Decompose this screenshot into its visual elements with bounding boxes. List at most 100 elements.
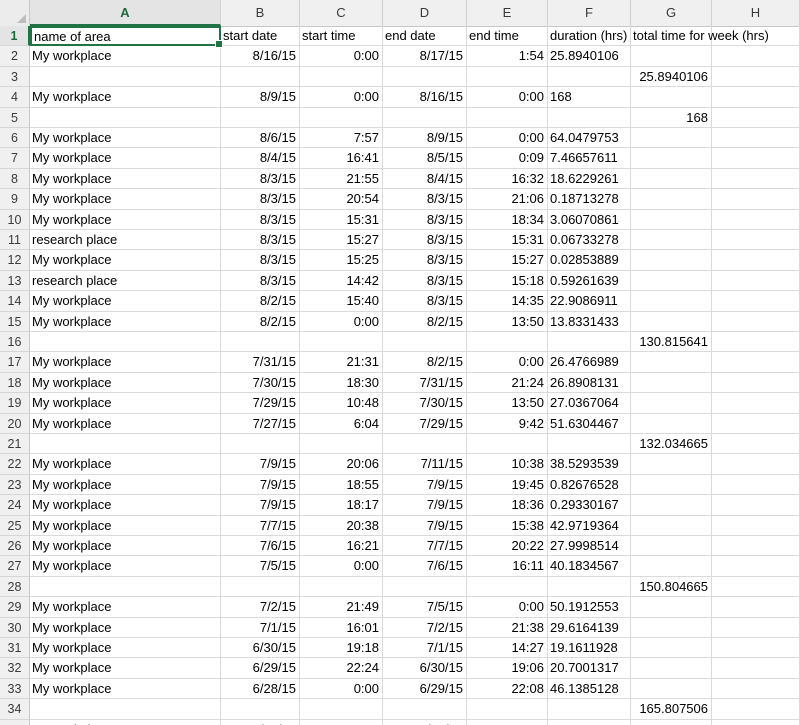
cell-a[interactable]: My workplace xyxy=(30,168,221,190)
cell-h[interactable] xyxy=(712,719,800,725)
cell-a[interactable] xyxy=(30,434,221,455)
cell-a[interactable]: My workplace xyxy=(30,536,221,557)
cell-c[interactable]: 0:00 xyxy=(300,87,383,108)
cell-d[interactable]: 7/2/15 xyxy=(383,617,467,638)
cell-d[interactable] xyxy=(383,434,467,455)
cell-h[interactable] xyxy=(712,46,800,67)
row-header[interactable]: 32 xyxy=(0,658,30,679)
cell-e[interactable]: 16:11 xyxy=(467,556,548,577)
cell-c[interactable]: 15:27 xyxy=(300,230,383,251)
cell-d[interactable] xyxy=(383,66,467,88)
column-title-cell[interactable]: total time for week (hrs) xyxy=(631,26,769,47)
cell-h[interactable] xyxy=(712,128,800,149)
cell-f[interactable] xyxy=(548,434,631,455)
cell-c[interactable] xyxy=(300,66,383,88)
cell-c[interactable]: 15:40 xyxy=(300,291,383,312)
cell-g[interactable] xyxy=(631,209,712,230)
cell-g[interactable]: 130.815641 xyxy=(631,332,712,353)
cell-f[interactable]: 38.5293539 xyxy=(548,454,631,475)
cell-h[interactable] xyxy=(712,474,800,496)
cell-b[interactable]: 8/3/15 xyxy=(221,168,300,190)
cell-d[interactable] xyxy=(383,332,467,353)
cell-b[interactable]: 7/31/15 xyxy=(221,352,300,373)
cell-h[interactable] xyxy=(712,454,800,475)
cell-g[interactable] xyxy=(631,291,712,312)
cell-c[interactable] xyxy=(300,699,383,720)
cell-e[interactable]: 15:18 xyxy=(467,270,548,292)
cell-f[interactable]: 27.9998514 xyxy=(548,536,631,557)
cell-e[interactable]: 0:00 xyxy=(467,597,548,618)
column-header-e[interactable]: E xyxy=(467,0,548,26)
cell-b[interactable] xyxy=(221,434,300,455)
cell-c[interactable]: 18:30 xyxy=(300,372,383,394)
cell-d[interactable]: 8/4/15 xyxy=(383,168,467,190)
cell-g[interactable] xyxy=(631,597,712,618)
cell-d[interactable]: 6/29/15 xyxy=(383,678,467,700)
column-title-cell[interactable] xyxy=(712,26,800,47)
cell-b[interactable]: 8/3/15 xyxy=(221,250,300,271)
cell-b[interactable]: 7/2/15 xyxy=(221,597,300,618)
cell-h[interactable] xyxy=(712,678,800,700)
cell-h[interactable] xyxy=(712,87,800,108)
fill-handle[interactable] xyxy=(215,40,223,49)
cell-f[interactable]: 27.0367064 xyxy=(548,393,631,414)
cell-e[interactable] xyxy=(467,434,548,455)
cell-g[interactable] xyxy=(631,352,712,373)
cell-g[interactable] xyxy=(631,719,712,725)
cell-g[interactable] xyxy=(631,413,712,434)
column-header-a[interactable]: A xyxy=(30,0,221,26)
cell-c[interactable]: 22:24 xyxy=(300,658,383,679)
cell-e[interactable]: 10:38 xyxy=(467,454,548,475)
cell-d[interactable]: 7/9/15 xyxy=(383,474,467,496)
cell-d[interactable]: 7/5/15 xyxy=(383,597,467,618)
cell-a[interactable]: My workplace xyxy=(30,719,221,725)
cell-e[interactable]: 14:35 xyxy=(467,291,548,312)
cell-a[interactable] xyxy=(30,576,221,598)
row-header[interactable]: 8 xyxy=(0,168,30,190)
cell-h[interactable] xyxy=(712,270,800,292)
cell-b[interactable] xyxy=(221,107,300,128)
cell-b[interactable]: 7/30/15 xyxy=(221,372,300,394)
cell-e[interactable] xyxy=(467,576,548,598)
cell-e[interactable]: 20:22 xyxy=(467,536,548,557)
cell-g[interactable] xyxy=(631,311,712,332)
cell-h[interactable] xyxy=(712,638,800,659)
cell-a[interactable]: My workplace xyxy=(30,393,221,414)
cell-d[interactable]: 7/9/15 xyxy=(383,495,467,516)
cell-b[interactable] xyxy=(221,576,300,598)
cell-f[interactable]: 0.29330167 xyxy=(548,495,631,516)
cell-c[interactable]: 15:25 xyxy=(300,250,383,271)
cell-b[interactable]: 8/4/15 xyxy=(221,148,300,169)
cell-e[interactable] xyxy=(467,107,548,128)
row-header[interactable]: 18 xyxy=(0,372,30,394)
cell-a[interactable]: My workplace xyxy=(30,209,221,230)
row-header[interactable]: 24 xyxy=(0,495,30,516)
cell-e[interactable]: 22:08 xyxy=(467,678,548,700)
cell-h[interactable] xyxy=(712,230,800,251)
cell-e[interactable]: 18:36 xyxy=(467,495,548,516)
cell-d[interactable] xyxy=(383,107,467,128)
row-header[interactable]: 6 xyxy=(0,128,30,149)
cell-f[interactable]: 19.1611928 xyxy=(548,638,631,659)
cell-a[interactable]: My workplace xyxy=(30,148,221,169)
cell-h[interactable] xyxy=(712,332,800,353)
cell-f[interactable]: 26.8908131 xyxy=(548,372,631,394)
cell-d[interactable]: 7/11/15 xyxy=(383,454,467,475)
cell-f[interactable]: 7.46657611 xyxy=(548,148,631,169)
cell-a[interactable]: My workplace xyxy=(30,128,221,149)
cell-a[interactable]: My workplace xyxy=(30,372,221,394)
column-header-d[interactable]: D xyxy=(383,0,467,26)
cell-a[interactable]: My workplace xyxy=(30,678,221,700)
cell-d[interactable]: 8/3/15 xyxy=(383,270,467,292)
cell-a[interactable]: My workplace xyxy=(30,250,221,271)
row-header[interactable]: 35 xyxy=(0,719,30,725)
cell-f[interactable]: 0.18713278 xyxy=(548,189,631,210)
cell-h[interactable] xyxy=(712,495,800,516)
cell-h[interactable] xyxy=(712,148,800,169)
cell-e[interactable]: 15:27 xyxy=(467,250,548,271)
cell-h[interactable] xyxy=(712,250,800,271)
cell-h[interactable] xyxy=(712,576,800,598)
cell-c[interactable]: 20:06 xyxy=(300,454,383,475)
cell-d[interactable]: 8/3/15 xyxy=(383,189,467,210)
cell-h[interactable] xyxy=(712,536,800,557)
